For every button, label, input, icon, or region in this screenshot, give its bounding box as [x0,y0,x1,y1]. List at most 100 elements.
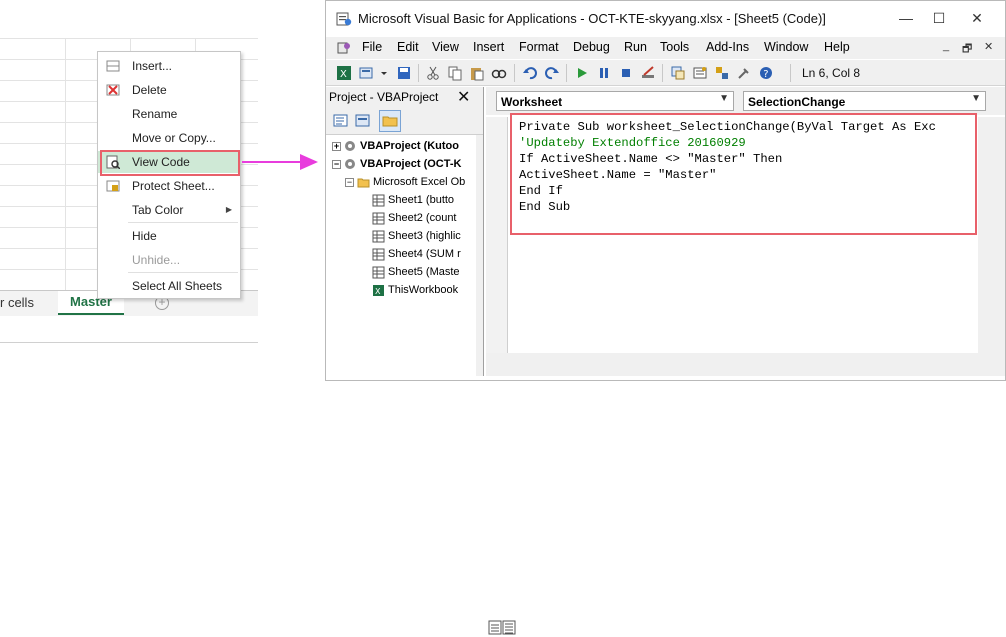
project-tree-node[interactable]: Sheet2 (count [358,210,457,226]
toolbar-separator [418,64,419,82]
object-browser-icon[interactable] [714,65,730,81]
menu-format[interactable]: Format [519,40,559,54]
sheet-icon [372,230,385,243]
properties-window-icon[interactable] [692,65,708,81]
code-vertical-scrollbar[interactable] [978,117,1005,376]
cut-icon[interactable] [425,65,441,81]
project-tree-node[interactable]: X ThisWorkbook [358,282,458,298]
run-icon[interactable] [574,65,590,81]
svg-text:?: ? [763,69,768,80]
menu-insert[interactable]: Insert [473,40,504,54]
title-bar: Microsoft Visual Basic for Applications … [326,1,1005,37]
design-mode-icon[interactable] [640,65,656,81]
mdi-minimize-button[interactable]: _ [943,40,949,52]
break-icon[interactable] [596,65,612,81]
menu-edit[interactable]: Edit [397,40,419,54]
chevron-down-icon: ▼ [719,93,729,104]
maximize-button[interactable]: ☐ [924,7,954,29]
menu-tools[interactable]: Tools [660,40,689,54]
help-icon[interactable]: ? [758,65,774,81]
object-dropdown[interactable]: Worksheet ▼ [496,91,734,111]
dropdown-icon[interactable] [380,65,388,81]
menu-help[interactable]: Help [824,40,850,54]
menu-window[interactable]: Window [764,40,808,54]
project-pane-toolbar [326,107,483,135]
undo-icon[interactable] [522,65,538,81]
paste-icon[interactable] [469,65,485,81]
reset-icon[interactable] [618,65,634,81]
procedure-view-icon[interactable] [488,619,518,637]
project-tree: + VBAProject (Kutoo − VBAProject (OCT-K − Mic… [326,135,476,376]
svg-text:X: X [375,287,381,296]
vbaproject-icon [345,140,355,151]
project-tree-node-label: Sheet4 (SUM r [388,248,461,260]
project-tree-scrollbar[interactable] [476,135,483,376]
standard-toolbar: X ? Ln 6, Col 8 [326,60,1005,86]
project-pane-close-button[interactable]: ✕ [457,87,470,107]
expand-icon[interactable]: + [332,141,341,151]
mdi-restore-button[interactable]: 🗗 [962,40,972,59]
folder-icon [357,178,370,188]
find-icon[interactable] [491,65,507,81]
vba-app-icon [336,12,352,26]
sheet-tab-partial[interactable]: r cells [0,295,34,310]
menu-add-ins[interactable]: Add-Ins [706,40,749,54]
toolbar-separator [790,64,791,82]
menu-bar: File Edit View Insert Format Debug Run T… [326,37,1005,59]
context-menu-item-label: Move or Copy... [132,131,216,145]
context-menu-separator [128,222,238,223]
collapse-icon[interactable]: − [345,177,354,187]
project-tree-node-label: ThisWorkbook [388,284,459,296]
context-menu-item-tab-color[interactable]: Tab Color ▶ [98,199,240,221]
context-menu-item-insert[interactable]: Insert... [98,55,240,77]
project-tree-node[interactable]: Sheet3 (highlic [358,228,461,244]
collapse-icon[interactable]: − [332,159,341,169]
project-tree-node[interactable]: Sheet4 (SUM r [358,246,461,262]
close-button[interactable]: ✕ [962,7,992,29]
sheet-icon [372,194,385,207]
menu-view[interactable]: View [432,40,459,54]
grid-row-line [0,38,258,39]
project-tree-node-label: VBAProject (Kutoo [360,140,459,152]
context-menu-item-protect-sheet[interactable]: Protect Sheet... [98,175,240,197]
procedure-dropdown-value: SelectionChange [748,95,846,109]
context-menu-item-hide[interactable]: Hide [98,225,240,247]
view-object-icon[interactable] [354,112,372,130]
project-explorer-icon[interactable] [670,65,686,81]
project-tree-node[interactable]: Sheet1 (butto [358,192,454,208]
menu-file[interactable]: File [362,40,382,54]
code-margin-indicator-bar[interactable] [486,117,508,376]
project-tree-node[interactable]: − VBAProject (OCT-K [332,156,461,172]
project-tree-node-label: Sheet1 (butto [388,194,455,206]
context-menu-item-move-or-copy[interactable]: Move or Copy... [98,127,240,149]
module-menu-icon[interactable] [336,40,352,56]
project-tree-node[interactable]: − Microsoft Excel Ob [345,174,465,190]
folder-icon [382,116,398,127]
menu-run[interactable]: Run [624,40,647,54]
toolbar-separator [662,64,663,82]
save-icon[interactable] [396,65,412,81]
project-tree-node-label: Sheet3 (highlic [388,230,461,242]
context-menu-item-delete[interactable]: Delete [98,79,240,101]
context-menu-item-rename[interactable]: Rename [98,103,240,125]
code-highlight-box [510,113,977,235]
copy-icon[interactable] [447,65,463,81]
toolbox-icon[interactable] [736,65,752,81]
project-tree-node[interactable]: Sheet5 (Maste [358,264,460,280]
view-excel-icon[interactable]: X [336,65,352,81]
menu-debug[interactable]: Debug [573,40,610,54]
context-menu-item-label: Protect Sheet... [132,179,215,193]
insert-userform-icon[interactable] [359,65,375,81]
project-tree-node-label: Sheet5 (Maste [388,266,460,278]
view-code-icon[interactable] [332,112,350,130]
mdi-close-button[interactable]: ✕ [984,40,993,53]
minimize-button[interactable]: — [891,7,921,29]
project-tree-node[interactable]: + VBAProject (Kutoo [332,138,459,154]
procedure-dropdown[interactable]: SelectionChange ▼ [743,91,986,111]
project-explorer-pane: Project - VBAProject ✕ + VBAProject (Kuto… [326,87,484,376]
toggle-folders-button[interactable] [379,110,401,132]
context-menu-item-select-all-sheets[interactable]: Select All Sheets [98,275,240,297]
object-dropdown-value: Worksheet [501,95,563,109]
code-horizontal-scrollbar[interactable] [486,353,1005,635]
redo-icon[interactable] [544,65,560,81]
